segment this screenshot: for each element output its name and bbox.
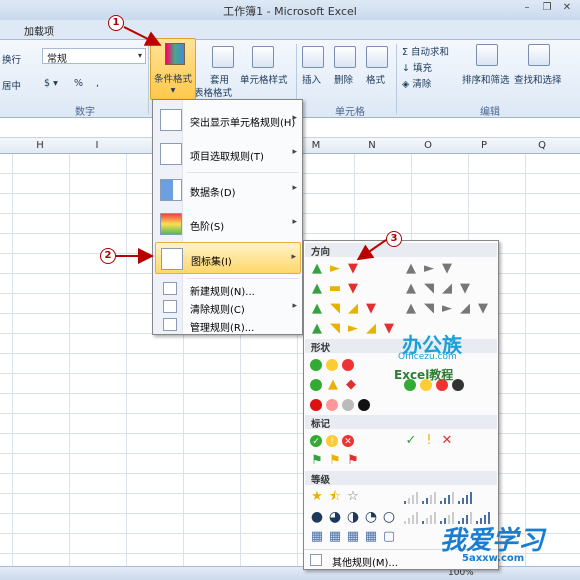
watermark-course: Excel教程: [394, 368, 454, 382]
watermark-logo: 我爱学习: [440, 526, 545, 556]
callout-arrow-3: [356, 239, 387, 261]
watermark-site: Officezu.com: [398, 352, 457, 362]
watermark-logo-url: 5axxw.com: [462, 553, 525, 564]
callout-arrows: [116, 26, 387, 264]
callout-arrow-1: [123, 26, 162, 46]
